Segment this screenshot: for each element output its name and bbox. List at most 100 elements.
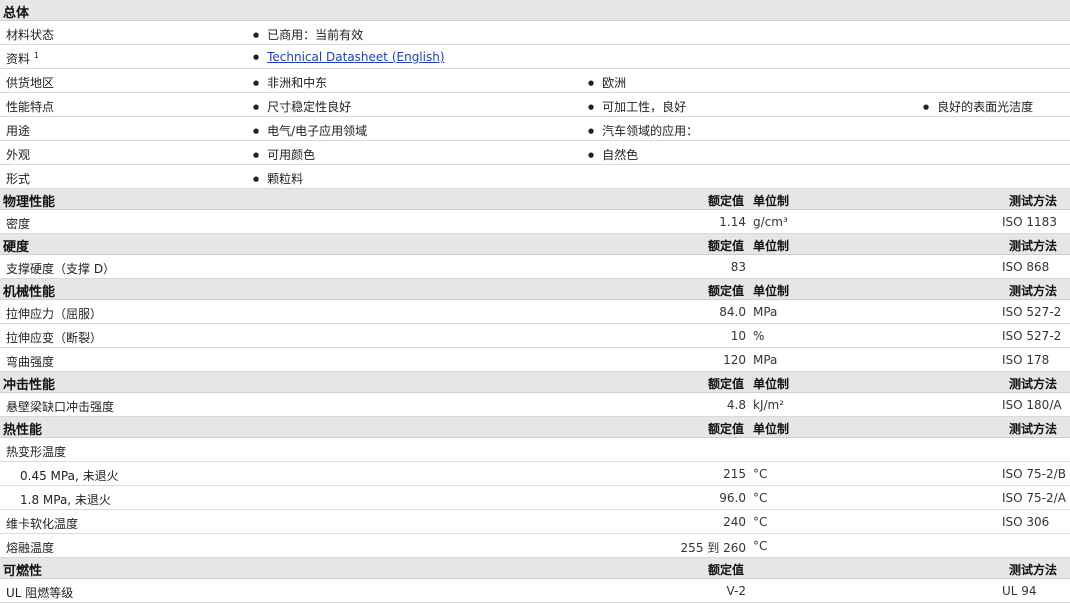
property-row: 熔融温度 255 到 260 °C: [0, 534, 1070, 558]
property-unit: MPa: [753, 353, 778, 367]
general-section-header: 总体: [0, 0, 1070, 21]
general-row: 供货地区 非洲和中东 欧洲: [0, 69, 1070, 93]
row-label: 用途: [6, 124, 31, 138]
test-method: ISO 527-2: [1002, 305, 1062, 319]
property-row: 拉伸应变（断裂） 10% ISO 527-2: [0, 324, 1070, 348]
general-row: 形式 颗粒料: [0, 165, 1070, 189]
section-title: 机械性能: [3, 285, 56, 300]
bullet-item: 自然色: [588, 146, 638, 163]
bullet-item: 可加工性，良好: [588, 98, 686, 115]
test-method: ISO 1183: [1002, 215, 1057, 229]
property-label: 维卡软化温度: [6, 517, 79, 531]
test-method: ISO 75-2/A: [1002, 491, 1066, 505]
test-method: ISO 180/A: [1002, 398, 1062, 412]
section-title: 热性能: [3, 423, 43, 438]
property-row: 维卡软化温度 240 °C ISO 306: [0, 510, 1070, 534]
property-label: 密度: [6, 217, 31, 231]
section-header: 冲击性能 额定值 单位制 测试方法: [0, 372, 1070, 393]
property-row: 弯曲强度 120 MPa ISO 178: [0, 348, 1070, 372]
column-header-test-method: 测试方法: [1008, 239, 1057, 253]
column-header-unit: 单位制: [753, 377, 790, 391]
property-label: 0.45 MPa, 未退火: [20, 469, 119, 483]
bullet-item: Technical Datasheet (English): [253, 50, 444, 64]
property-label: 悬壁梁缺口冲击强度: [6, 400, 115, 414]
property-label: UL 阻燃等级: [6, 586, 74, 600]
footnote-marker: 1: [33, 51, 39, 60]
property-label: 拉伸应力（屈服）: [6, 307, 103, 321]
section-header: 机械性能 额定值 单位制 测试方法: [0, 279, 1070, 300]
section-header: 物理性能 额定值 单位制 测试方法: [0, 189, 1070, 210]
column-header-unit: 单位制: [753, 422, 790, 436]
column-header-test-method: 测试方法: [1008, 563, 1057, 577]
property-label: 1.8 MPa, 未退火: [20, 493, 111, 507]
section-header: 可燃性 额定值 测试方法: [0, 558, 1070, 579]
test-method: ISO 868: [1002, 260, 1050, 274]
property-value: 120: [723, 353, 746, 367]
property-unit: kJ/m²: [753, 398, 785, 412]
property-unit: °C: [753, 491, 768, 505]
column-header-test-method: 测试方法: [1008, 377, 1057, 391]
section-title: 冲击性能: [3, 378, 56, 393]
property-row: 密度 1.14 g/cm³ ISO 1183: [0, 210, 1070, 234]
section-title: 可燃性: [3, 564, 43, 579]
bullet-item: 已商用：当前有效: [253, 26, 363, 43]
column-header-unit: 单位制: [753, 284, 790, 298]
bullet-item: 良好的表面光洁度: [923, 98, 1033, 115]
property-label: 拉伸应变（断裂）: [6, 331, 103, 345]
section-title: 硬度: [3, 240, 30, 255]
test-method: ISO 75-2/B: [1002, 467, 1066, 481]
section-title: 物理性能: [3, 195, 56, 210]
bullet-item: 颗粒料: [253, 170, 303, 187]
property-value: 84.0: [719, 305, 746, 319]
datasheet: 总体 材料状态 已商用：当前有效资料 1 Technical Datasheet (…: [0, 0, 1070, 603]
property-unit: MPa: [753, 305, 778, 319]
property-row: 悬壁梁缺口冲击强度 4.8 kJ/m² ISO 180/A: [0, 393, 1070, 417]
property-label: 弯曲强度: [6, 355, 55, 369]
column-header-value: 额定值: [707, 377, 744, 391]
column-header-test-method: 测试方法: [1008, 422, 1057, 436]
property-unit: °C: [753, 515, 768, 529]
test-method: ISO 306: [1002, 515, 1050, 529]
general-row: 用途 电气/电子应用领域 汽车领域的应用：: [0, 117, 1070, 141]
general-row: 材料状态 已商用：当前有效: [0, 21, 1070, 45]
property-value: 1.14: [719, 215, 746, 229]
general-row: 外观 可用颜色 自然色: [0, 141, 1070, 165]
property-value: 83: [730, 260, 746, 274]
property-row: UL 阻燃等级 V-2 UL 94: [0, 579, 1070, 603]
section-title: 总体: [3, 6, 30, 21]
datasheet-link[interactable]: Technical Datasheet (English): [267, 50, 444, 64]
column-header-unit: 单位制: [753, 194, 790, 208]
column-header-value: 额定值: [707, 194, 744, 208]
property-value: 240: [723, 515, 746, 529]
property-label: 热变形温度: [6, 445, 67, 459]
row-label: 供货地区: [6, 76, 55, 90]
test-method: UL 94: [1002, 584, 1037, 598]
property-value: 96.0: [719, 491, 746, 505]
bullet-item: 非洲和中东: [253, 74, 327, 91]
column-header-unit: 单位制: [753, 239, 790, 253]
property-row: 热变形温度: [0, 438, 1070, 462]
property-sections: 物理性能 额定值 单位制 测试方法 密度 1.14 g/cm³ ISO 1183 硬度 额定值 单位…: [0, 189, 1070, 603]
row-label: 材料状态: [6, 28, 55, 42]
section-header: 硬度 额定值 单位制 测试方法: [0, 234, 1070, 255]
row-label: 形式: [6, 172, 31, 186]
column-header-value: 额定值: [707, 422, 744, 436]
bullet-item: 电气/电子应用领域: [253, 122, 367, 139]
property-value: 10: [730, 329, 746, 343]
general-rows: 材料状态 已商用：当前有效资料 1 Technical Datasheet (Eng…: [0, 21, 1070, 189]
property-row: 支撑硬度（支撑 D） 83 ISO 868: [0, 255, 1070, 279]
test-method: ISO 178: [1002, 353, 1050, 367]
property-label: 支撑硬度（支撑 D）: [6, 262, 116, 276]
row-label: 外观: [6, 148, 31, 162]
property-unit: %: [753, 329, 765, 343]
general-row: 性能特点 尺寸稳定性良好 可加工性，良好 良好的表面光洁度: [0, 93, 1070, 117]
property-unit: g/cm³: [753, 215, 788, 229]
property-unit: °C: [753, 467, 768, 481]
row-label: 资料 1: [6, 51, 39, 66]
property-row: 拉伸应力（屈服） 84.0 MPa ISO 527-2: [0, 300, 1070, 324]
column-header-value: 额定值: [707, 284, 744, 298]
test-method: ISO 527-2: [1002, 329, 1062, 343]
bullet-item: 欧洲: [588, 74, 626, 91]
property-value: 215: [723, 467, 746, 481]
property-row: 1.8 MPa, 未退火 96.0 °C ISO 75-2/A: [0, 486, 1070, 510]
